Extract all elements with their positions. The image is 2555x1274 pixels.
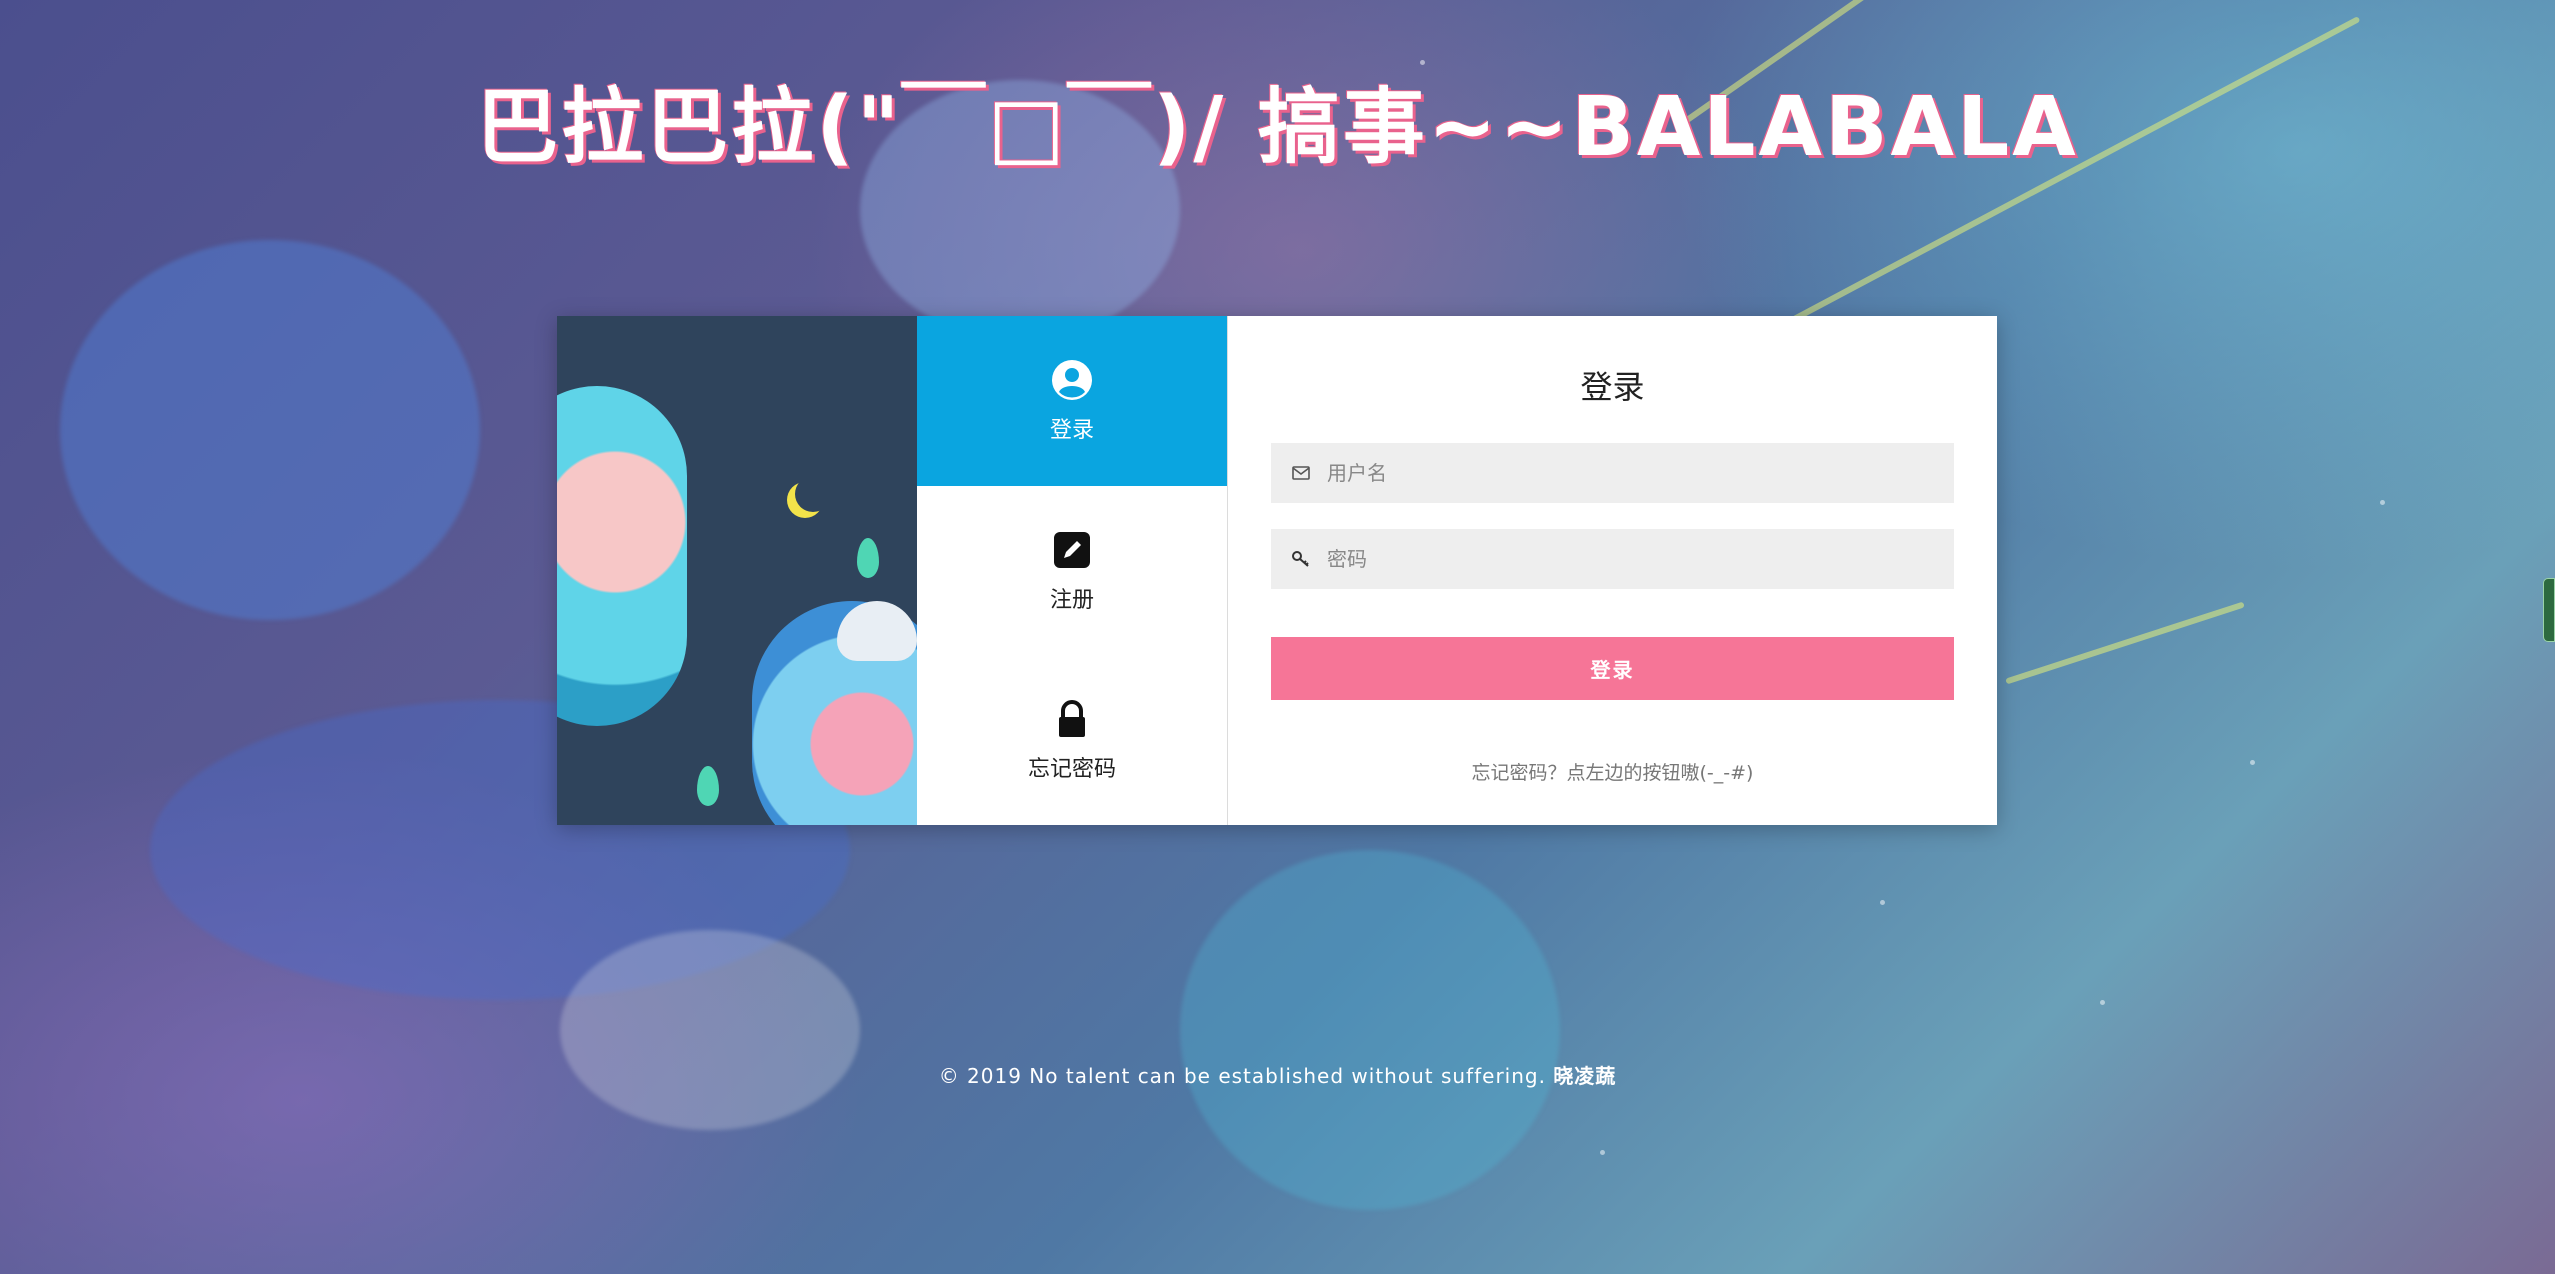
username-input[interactable] [1325,460,1934,486]
nav-item-label: 注册 [1049,587,1094,613]
nav-item-label: 登录 [1049,417,1094,443]
auth-card: 登录 注册 忘记密码 登录 用户名 登录 忘记密码？点左边的按钮嗷(-_-#) [557,316,1997,825]
footer-text: © 2019 No talent can be established with… [938,1064,1554,1088]
nav-item-login[interactable]: 登录 [917,316,1227,486]
password-field[interactable] [1271,529,1954,589]
edit-icon [1054,531,1090,568]
forgot-password-hint: 忘记密码？点左边的按钮嗷(-_-#) [1471,762,1754,784]
envelope-icon [1292,466,1310,480]
site-title: 巴拉巴拉("￣□￣)/ 搞事~~BALABALA [476,80,2079,175]
footer: © 2019 No talent can be established with… [0,1060,2555,1089]
key-icon [1292,551,1309,567]
form-title: 登录 [1580,368,1645,406]
illustration [557,316,917,825]
nav-item-forgot-password[interactable]: 忘记密码 [917,655,1227,825]
nav-item-label: 忘记密码 [1027,757,1116,783]
password-input[interactable] [1325,546,1934,572]
auth-nav: 登录 注册 忘记密码 [917,316,1228,825]
login-page: 巴拉巴拉("￣□￣)/ 搞事~~BALABALA 登录 注册 忘记密码 登录 用… [0,0,2555,1274]
scroll-handle[interactable] [2543,578,2555,642]
login-form: 登录 登录 忘记密码？点左边的按钮嗷(- [1228,316,1997,825]
username-field[interactable] [1271,443,1954,503]
login-button[interactable]: 登录 [1271,637,1954,700]
nav-item-register[interactable]: 注册 [917,486,1227,656]
footer-author[interactable]: 晓凌蔬 [1553,1064,1616,1088]
lock-icon [1059,700,1085,738]
user-circle-icon [1052,359,1092,400]
